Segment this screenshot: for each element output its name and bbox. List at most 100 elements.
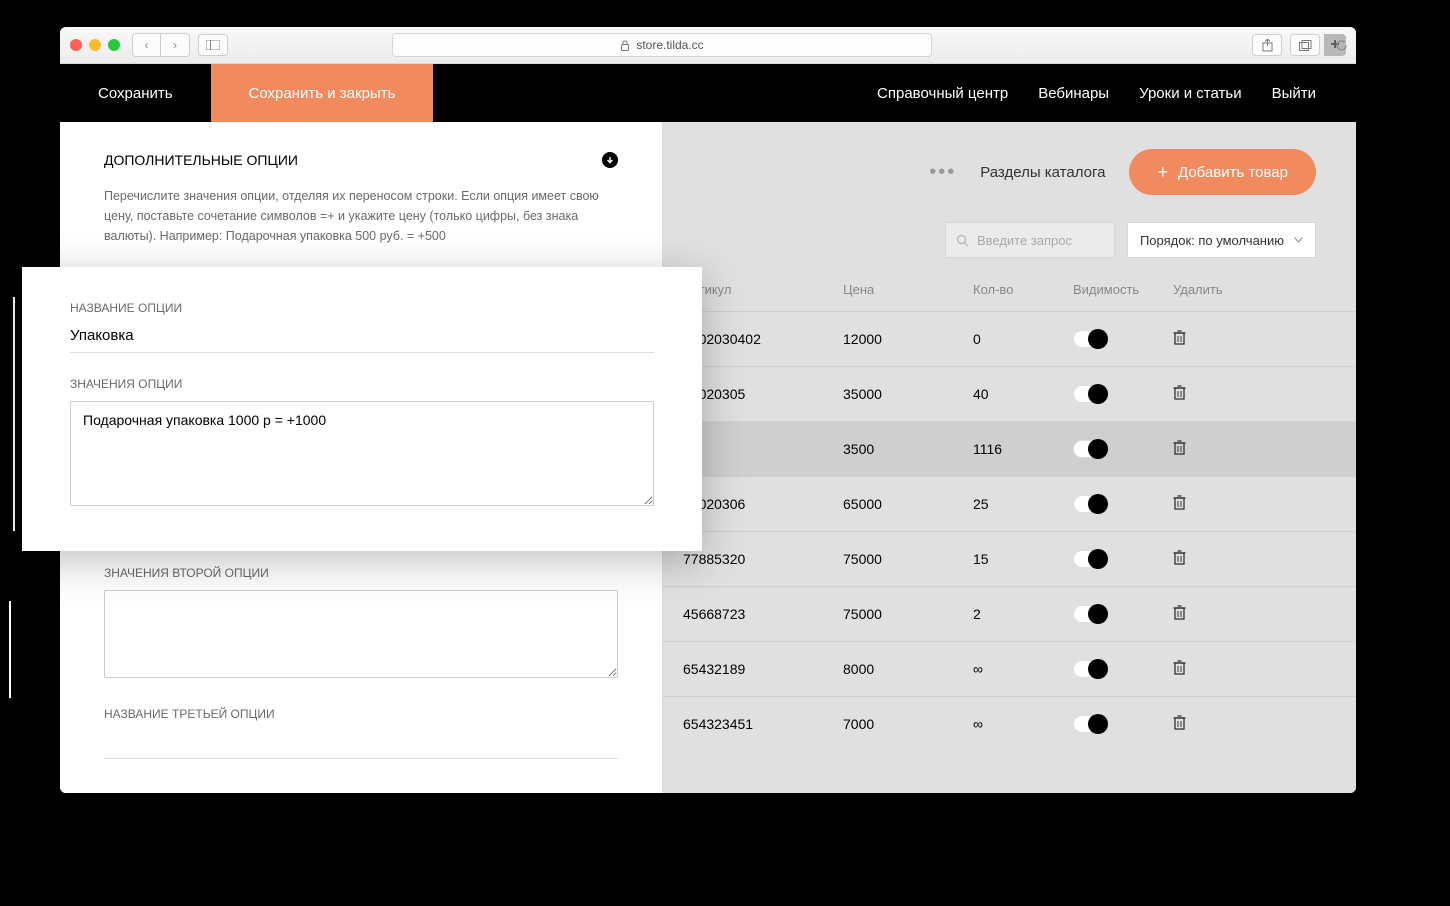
table-row[interactable]: 654321898000∞ — [663, 641, 1356, 696]
search-icon — [956, 234, 969, 247]
app-topnav: Сохранить Сохранить и закрыть Справочный… — [60, 64, 1356, 122]
products-table: Артикул Цена Кол-во Видимость Удалить 01… — [663, 282, 1356, 751]
cell-sku: 654323451 — [683, 716, 843, 732]
table-row[interactable]: 0102030402120000 — [663, 311, 1356, 366]
cell-qty: 2 — [973, 606, 1073, 622]
cell-sku: 65432189 — [683, 661, 843, 677]
option-values-label: ЗНАЧЕНИЯ ОПЦИИ — [70, 377, 654, 391]
option2-values-label: ЗНАЧЕНИЯ ВТОРОЙ ОПЦИИ — [104, 566, 618, 580]
visibility-toggle[interactable] — [1073, 550, 1107, 568]
cell-qty: 40 — [973, 386, 1073, 402]
cell-price: 35000 — [843, 386, 973, 402]
sort-dropdown[interactable]: Порядок: по умолчанию — [1127, 222, 1316, 258]
col-qty: Кол-во — [973, 282, 1073, 297]
delete-button[interactable] — [1173, 715, 1253, 733]
share-button[interactable] — [1252, 34, 1282, 56]
save-button[interactable]: Сохранить — [60, 64, 211, 122]
search-placeholder: Введите запрос — [977, 233, 1072, 248]
zoom-icon[interactable] — [108, 39, 120, 51]
table-row[interactable]: 35001116 — [663, 421, 1356, 476]
sidebar-toggle-button[interactable] — [198, 34, 228, 56]
forward-button[interactable]: › — [161, 34, 189, 56]
option3-name-label: НАЗВАНИЕ ТРЕТЬЕЙ ОПЦИИ — [104, 707, 618, 721]
cell-qty: 25 — [973, 496, 1073, 512]
add-product-label: Добавить товар — [1178, 164, 1288, 181]
webinars-link[interactable]: Вебинары — [1038, 85, 1109, 102]
cell-price: 75000 — [843, 551, 973, 567]
nav-back-forward: ‹ › — [132, 33, 190, 57]
table-header: Артикул Цена Кол-во Видимость Удалить — [663, 282, 1356, 311]
callout-line-left2 — [9, 601, 11, 698]
url-text: store.tilda.cc — [636, 38, 703, 52]
cell-qty: ∞ — [973, 716, 1073, 732]
col-visibility: Видимость — [1073, 282, 1173, 297]
delete-button[interactable] — [1173, 550, 1253, 568]
table-row[interactable]: 010203053500040 — [663, 366, 1356, 421]
save-close-button[interactable]: Сохранить и закрыть — [211, 64, 434, 122]
delete-button[interactable] — [1173, 660, 1253, 678]
option-editor-card: НАЗВАНИЕ ОПЦИИ ЗНАЧЕНИЯ ОПЦИИ — [22, 267, 702, 551]
option2-values-textarea[interactable] — [104, 590, 618, 678]
delete-button[interactable] — [1173, 440, 1253, 458]
cell-price: 65000 — [843, 496, 973, 512]
hint-text: Перечислите значения опции, отделяя их п… — [104, 186, 618, 246]
cell-qty: 15 — [973, 551, 1073, 567]
cell-price: 8000 — [843, 661, 973, 677]
cell-sku: 0102030402 — [683, 331, 843, 347]
tabs-button[interactable] — [1290, 34, 1320, 56]
option-name-input[interactable] — [70, 325, 654, 353]
chevron-down-icon — [1294, 237, 1303, 243]
visibility-toggle[interactable] — [1073, 440, 1107, 458]
table-row[interactable]: 45668723750002 — [663, 586, 1356, 641]
lessons-link[interactable]: Уроки и статьи — [1139, 85, 1241, 102]
option-name-label: НАЗВАНИЕ ОПЦИИ — [70, 301, 654, 315]
minimize-icon[interactable] — [89, 39, 101, 51]
visibility-toggle[interactable] — [1073, 330, 1107, 348]
option-values-textarea[interactable] — [70, 401, 654, 506]
address-bar[interactable]: store.tilda.cc — [392, 33, 932, 57]
catalog-sections-link[interactable]: Разделы каталога — [980, 164, 1105, 181]
cell-qty: 0 — [973, 331, 1073, 347]
visibility-toggle[interactable] — [1073, 495, 1107, 513]
add-product-button[interactable]: + Добавить товар — [1129, 149, 1316, 195]
table-row[interactable]: 778853207500015 — [663, 531, 1356, 586]
cell-sku: 01020306 — [683, 496, 843, 512]
more-menu-icon[interactable]: ••• — [929, 161, 956, 184]
delete-button[interactable] — [1173, 495, 1253, 513]
reload-icon[interactable] — [1335, 39, 1348, 52]
col-price: Цена — [843, 282, 973, 297]
collapse-icon[interactable] — [602, 152, 618, 168]
back-button[interactable]: ‹ — [133, 34, 161, 56]
cell-qty: ∞ — [973, 661, 1073, 677]
cell-qty: 1116 — [973, 441, 1073, 457]
delete-button[interactable] — [1173, 385, 1253, 403]
cell-sku: 01020305 — [683, 386, 843, 402]
visibility-toggle[interactable] — [1073, 385, 1107, 403]
visibility-toggle[interactable] — [1073, 660, 1107, 678]
cell-price: 3500 — [843, 441, 973, 457]
visibility-toggle[interactable] — [1073, 605, 1107, 623]
cell-sku: 45668723 — [683, 606, 843, 622]
cell-price: 7000 — [843, 716, 973, 732]
table-row[interactable]: 6543234517000∞ — [663, 696, 1356, 751]
plus-icon: + — [1157, 162, 1168, 183]
sort-label: Порядок: по умолчанию — [1140, 233, 1284, 248]
help-link[interactable]: Справочный центр — [877, 85, 1008, 102]
delete-button[interactable] — [1173, 330, 1253, 348]
browser-tools: + — [1252, 34, 1346, 56]
table-row[interactable]: 010203066500025 — [663, 476, 1356, 531]
option3-name-input[interactable] — [104, 731, 618, 759]
close-icon[interactable] — [70, 39, 82, 51]
section-title: ДОПОЛНИТЕЛЬНЫЕ ОПЦИИ — [104, 152, 298, 168]
visibility-toggle[interactable] — [1073, 715, 1107, 733]
logout-link[interactable]: Выйти — [1272, 85, 1316, 102]
delete-button[interactable] — [1173, 605, 1253, 623]
traffic-lights — [70, 39, 120, 51]
cell-price: 12000 — [843, 331, 973, 347]
lock-icon — [620, 40, 630, 51]
cell-sku: 77885320 — [683, 551, 843, 567]
browser-chrome: ‹ › store.tilda.cc + — [60, 27, 1356, 64]
callout-line-left — [13, 297, 15, 531]
col-sku: Артикул — [683, 282, 843, 297]
search-input[interactable]: Введите запрос — [945, 222, 1115, 258]
